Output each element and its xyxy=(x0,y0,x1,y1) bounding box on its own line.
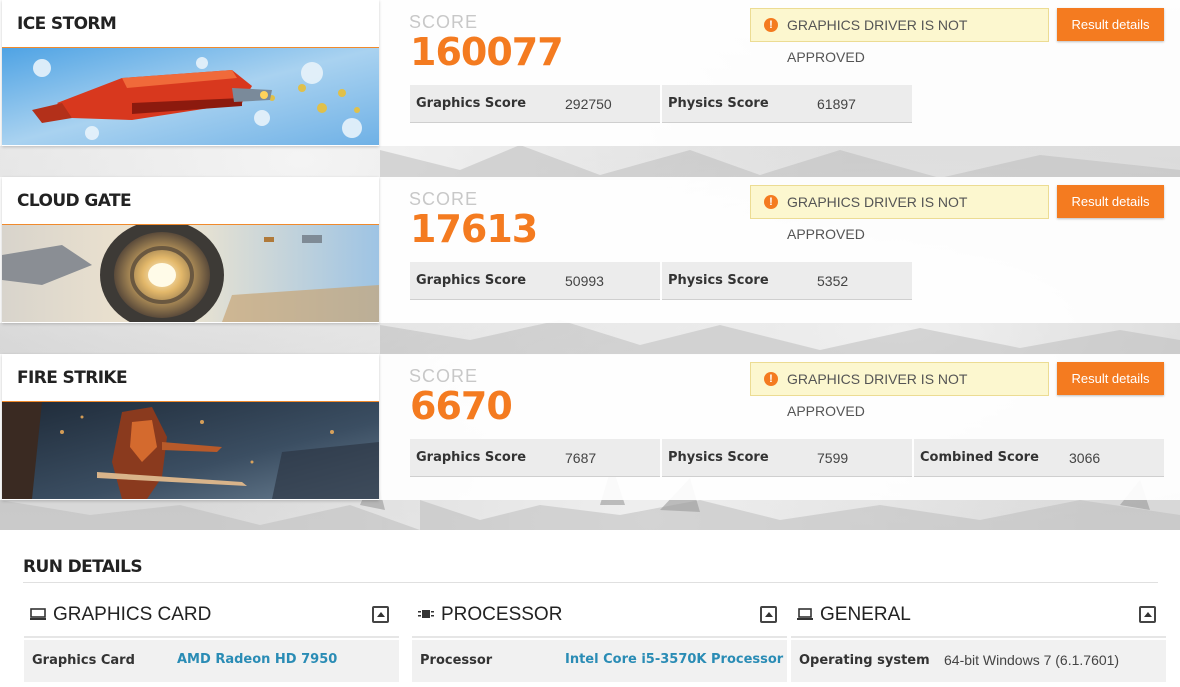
processor-section: PROCESSOR Processor Intel Core i5-3570K … xyxy=(412,592,787,687)
graphics-card-section: GRAPHICS CARD Graphics Card AMD Radeon H… xyxy=(24,592,399,687)
subscore-graphics: Graphics Score 292750 xyxy=(410,85,660,123)
warning-text: GRAPHICS DRIVER IS NOT APPROVED xyxy=(787,17,968,65)
score-value: 160077 xyxy=(410,30,564,74)
driver-warning: ! GRAPHICS DRIVER IS NOT APPROVED xyxy=(750,185,1049,242)
subscore-value: 5352 xyxy=(817,273,849,289)
section-header: GENERAL xyxy=(791,592,1166,638)
test-panel-fire-strike: FIRE STRIKE SCORE 6670 ! GRAPHICS DRIVER… xyxy=(0,354,1180,500)
warning-text: GRAPHICS DRIVER IS NOT APPROVED xyxy=(787,371,968,419)
subscore-label: Physics Score xyxy=(668,96,769,111)
detail-row: Processor Intel Core i5-3570K Processor xyxy=(412,640,787,682)
general-section: GENERAL Operating system 64-bit Windows … xyxy=(791,592,1166,687)
subscore-label: Physics Score xyxy=(668,450,769,465)
subscore-value: 7687 xyxy=(565,450,597,466)
subscore-label: Combined Score xyxy=(920,450,1039,465)
subscore-label: Graphics Score xyxy=(416,273,527,288)
result-details-button[interactable]: Result details xyxy=(1057,8,1164,41)
test-panel-ice-storm: ICE STORM SCORE 160077 ! GRAPHICS DRIVER… xyxy=(0,0,1180,146)
subscore-physics: Physics Score 7599 xyxy=(662,439,912,477)
section-header: PROCESSOR xyxy=(412,592,787,638)
section-heading: GRAPHICS CARD xyxy=(53,604,212,625)
detail-row: Graphics Card AMD Radeon HD 7950 xyxy=(24,640,399,682)
driver-warning: ! GRAPHICS DRIVER IS NOT APPROVED xyxy=(750,8,1049,65)
driver-warning: ! GRAPHICS DRIVER IS NOT APPROVED xyxy=(750,362,1049,419)
test-title: FIRE STRIKE xyxy=(17,368,128,388)
test-card: CLOUD GATE xyxy=(2,177,379,323)
chip-icon xyxy=(418,607,434,623)
test-title: ICE STORM xyxy=(17,14,117,34)
collapse-button[interactable] xyxy=(1139,606,1156,623)
subscore-physics: Physics Score 61897 xyxy=(662,85,912,123)
warning-text: GRAPHICS DRIVER IS NOT APPROVED xyxy=(787,194,968,242)
subscore-combined: Combined Score 3066 xyxy=(914,439,1164,477)
subscore-value: 292750 xyxy=(565,96,612,112)
divider xyxy=(23,582,1158,583)
test-panel-cloud-gate: CLOUD GATE SCORE 17613 ! GRAPHICS DRIVER… xyxy=(0,177,1180,323)
subscore-value: 61897 xyxy=(817,96,856,112)
subscore-value: 7599 xyxy=(817,450,849,466)
run-details-panel: RUN DETAILS GRAPHICS CARD Graphics Card … xyxy=(0,530,1180,687)
warning-icon: ! xyxy=(764,195,778,209)
detail-key: Processor xyxy=(420,653,493,668)
collapse-button[interactable] xyxy=(760,606,777,623)
subscore-graphics: Graphics Score 50993 xyxy=(410,262,660,300)
subscore-physics: Physics Score 5352 xyxy=(662,262,912,300)
subscore-value: 3066 xyxy=(1069,450,1101,466)
subscore-value: 50993 xyxy=(565,273,604,289)
section-heading: PROCESSOR xyxy=(441,604,563,625)
collapse-button[interactable] xyxy=(372,606,389,623)
detail-row: Operating system 64-bit Windows 7 (6.1.7… xyxy=(791,640,1166,682)
detail-key: Graphics Card xyxy=(32,653,135,668)
detail-value: 64-bit Windows 7 (6.1.7601) xyxy=(944,652,1120,668)
section-heading: GENERAL xyxy=(820,604,911,625)
result-details-button[interactable]: Result details xyxy=(1057,362,1164,395)
result-details-button[interactable]: Result details xyxy=(1057,185,1164,218)
warning-icon: ! xyxy=(764,18,778,32)
subscore-label: Graphics Score xyxy=(416,450,527,465)
test-card: ICE STORM xyxy=(2,0,379,146)
subscore-label: Graphics Score xyxy=(416,96,527,111)
monitor-icon xyxy=(30,607,46,623)
ice-storm-artwork xyxy=(2,48,379,145)
score-value: 6670 xyxy=(410,384,513,428)
subscore-graphics: Graphics Score 7687 xyxy=(410,439,660,477)
graphics-card-link[interactable]: AMD Radeon HD 7950 xyxy=(177,652,337,667)
fire-strike-artwork xyxy=(2,402,379,499)
warning-icon: ! xyxy=(764,372,778,386)
run-details-title: RUN DETAILS xyxy=(23,557,143,577)
section-header: GRAPHICS CARD xyxy=(24,592,399,638)
detail-key: Operating system xyxy=(799,653,930,668)
laptop-icon xyxy=(797,607,813,623)
score-value: 17613 xyxy=(410,207,538,251)
test-title: CLOUD GATE xyxy=(17,191,132,211)
test-card: FIRE STRIKE xyxy=(2,354,379,500)
cloud-gate-artwork xyxy=(2,225,379,322)
processor-link[interactable]: Intel Core i5-3570K Processor xyxy=(565,652,783,667)
subscore-label: Physics Score xyxy=(668,273,769,288)
